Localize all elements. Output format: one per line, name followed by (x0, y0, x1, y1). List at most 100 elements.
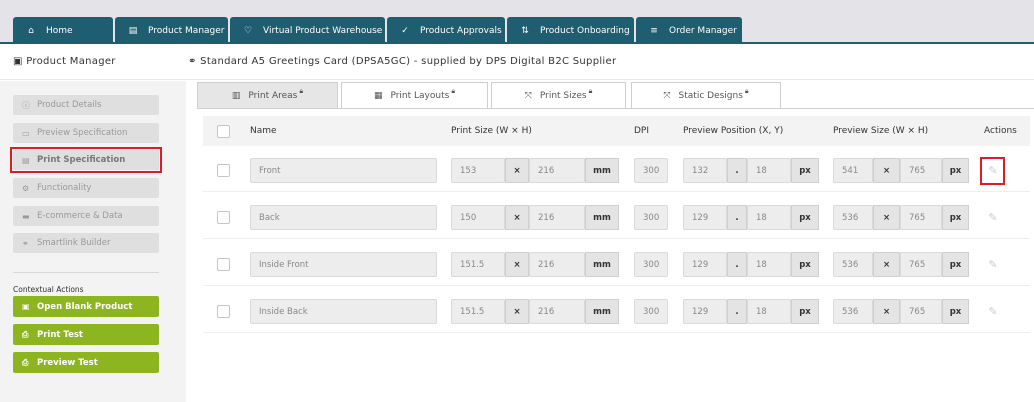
link-icon: ⚭ (188, 56, 197, 67)
nav-tab-home[interactable]: ⌂ Home (13, 17, 113, 44)
expand-icon: ⤧ (524, 90, 532, 101)
column-header-preview-position: Preview Position (X, Y) (683, 126, 784, 136)
tab-print-layouts[interactable]: ▦ Print Layouts 🔒︎ (341, 82, 488, 108)
mm-addon: mm (585, 205, 619, 230)
preview-width-field[interactable]: 536 (833, 299, 873, 324)
dpi-field[interactable]: 300 (634, 205, 668, 230)
sidebar-item-smartlink-builder[interactable]: ⚭ Smartlink Builder (13, 233, 159, 253)
tab-print-sizes[interactable]: ⤧ Print Sizes 🔒︎ (491, 82, 626, 108)
print-height-field[interactable]: 216 (529, 158, 585, 183)
column-header-dpi: DPI (634, 126, 650, 136)
nav-tab-product-approvals[interactable]: ✓ Product Approvals (387, 17, 505, 44)
expand-icon: ⤧ (663, 90, 671, 101)
times-addon: × (873, 252, 900, 277)
preview-height-field[interactable]: 765 (900, 205, 942, 230)
px-addon: px (942, 252, 969, 277)
nav-tab-product-onboarding[interactable]: ⇅ Product Onboarding (507, 17, 634, 44)
name-field[interactable]: Front (250, 158, 437, 183)
name-field[interactable]: Inside Back (250, 299, 437, 324)
times-addon: × (505, 252, 529, 277)
dpi-field[interactable]: 300 (634, 299, 668, 324)
times-addon: × (505, 158, 529, 183)
print-width-field[interactable]: 151.5 (451, 299, 505, 324)
times-addon: × (873, 158, 900, 183)
cogs-icon: ⚙ (22, 183, 30, 193)
row-checkbox[interactable] (217, 164, 230, 177)
tab-underline (197, 108, 1034, 109)
print-height-field[interactable]: 216 (529, 299, 585, 324)
px-addon: px (942, 158, 969, 183)
row-checkbox[interactable] (217, 211, 230, 224)
sidebar-item-preview-specification[interactable]: ▭ Preview Specification (13, 123, 159, 143)
print-test-button[interactable]: ⎙ Print Test (13, 324, 159, 345)
times-addon: × (505, 205, 529, 230)
preview-x-field[interactable]: 129 (683, 252, 727, 277)
name-field[interactable]: Inside Front (250, 252, 437, 277)
open-blank-product-button[interactable]: ▣ Open Blank Product (13, 296, 159, 317)
print-width-field[interactable]: 153 (451, 158, 505, 183)
file-icon: ▣ (22, 302, 30, 311)
lock-icon: 🔒︎ (451, 87, 456, 95)
select-all-checkbox[interactable] (217, 125, 230, 138)
dot-addon: . (727, 158, 747, 183)
document-icon: ▣ (13, 56, 23, 67)
px-addon: px (942, 299, 969, 324)
breadcrumb: ⚭ Standard A5 Greetings Card (DPSA5GC) -… (188, 56, 617, 67)
dpi-field[interactable]: 300 (634, 158, 668, 183)
px-addon: px (791, 158, 819, 183)
column-header-preview-size: Preview Size (W × H) (833, 126, 929, 136)
print-width-field[interactable]: 150 (451, 205, 505, 230)
dot-addon: . (727, 205, 747, 230)
mm-addon: mm (585, 299, 619, 324)
preview-x-field[interactable]: 129 (683, 205, 727, 230)
times-addon: × (505, 299, 529, 324)
preview-y-field[interactable]: 18 (747, 299, 791, 324)
preview-height-field[interactable]: 765 (900, 158, 942, 183)
row-checkbox[interactable] (217, 305, 230, 318)
mm-addon: mm (585, 158, 619, 183)
edit-pencil-icon[interactable]: ✎ (987, 258, 999, 271)
tab-static-designs[interactable]: ⤧ Static Designs 🔒︎ (631, 82, 781, 108)
contextual-actions-label: Contextual Actions (13, 285, 84, 294)
preview-y-field[interactable]: 18 (747, 252, 791, 277)
info-icon: ⓘ (22, 100, 30, 110)
print-height-field[interactable]: 216 (529, 205, 585, 230)
dpi-field[interactable]: 300 (634, 252, 668, 277)
preview-height-field[interactable]: 765 (900, 252, 942, 277)
highlight-edit-action (980, 157, 1005, 185)
thumbs-up-icon: ✓ (401, 25, 409, 36)
preview-x-field[interactable]: 132 (683, 158, 727, 183)
preview-y-field[interactable]: 18 (747, 205, 791, 230)
tab-print-areas[interactable]: ▥ Print Areas 🔒︎ (197, 82, 338, 108)
mm-addon: mm (585, 252, 619, 277)
name-field[interactable]: Back (250, 205, 437, 230)
sidebar-item-ecommerce-data[interactable]: ▬ E-commerce & Data (13, 206, 159, 226)
preview-height-field[interactable]: 765 (900, 299, 942, 324)
home-icon: ⌂ (28, 25, 34, 36)
monitor-icon: ▭ (22, 128, 30, 138)
nav-tab-order-manager[interactable]: ≡ Order Manager (636, 17, 742, 44)
lock-icon: 🔒︎ (744, 87, 749, 95)
dot-addon: . (727, 252, 747, 277)
link-icon: ⚭ (22, 238, 29, 248)
preview-y-field[interactable]: 18 (747, 158, 791, 183)
edit-pencil-icon[interactable]: ✎ (987, 305, 999, 318)
preview-width-field[interactable]: 536 (833, 252, 873, 277)
map-icon: ▥ (231, 90, 241, 101)
nav-tab-virtual-product-warehouse[interactable]: ♡ Virtual Product Warehouse (230, 17, 385, 44)
sidebar-item-product-details[interactable]: ⓘ Product Details (13, 95, 159, 115)
nav-tab-product-manager[interactable]: ▤ Product Manager (115, 17, 228, 44)
row-checkbox[interactable] (217, 258, 230, 271)
plug-icon: ⇅ (521, 25, 529, 36)
preview-x-field[interactable]: 129 (683, 299, 727, 324)
times-addon: × (873, 205, 900, 230)
dot-addon: . (727, 299, 747, 324)
list-icon: ≡ (650, 25, 658, 36)
preview-width-field[interactable]: 541 (833, 158, 873, 183)
edit-pencil-icon[interactable]: ✎ (987, 211, 999, 224)
preview-width-field[interactable]: 536 (833, 205, 873, 230)
sidebar-item-functionality[interactable]: ⚙ Functionality (13, 178, 159, 198)
print-height-field[interactable]: 216 (529, 252, 585, 277)
preview-test-button[interactable]: ⎙ Preview Test (13, 352, 159, 373)
print-width-field[interactable]: 151.5 (451, 252, 505, 277)
